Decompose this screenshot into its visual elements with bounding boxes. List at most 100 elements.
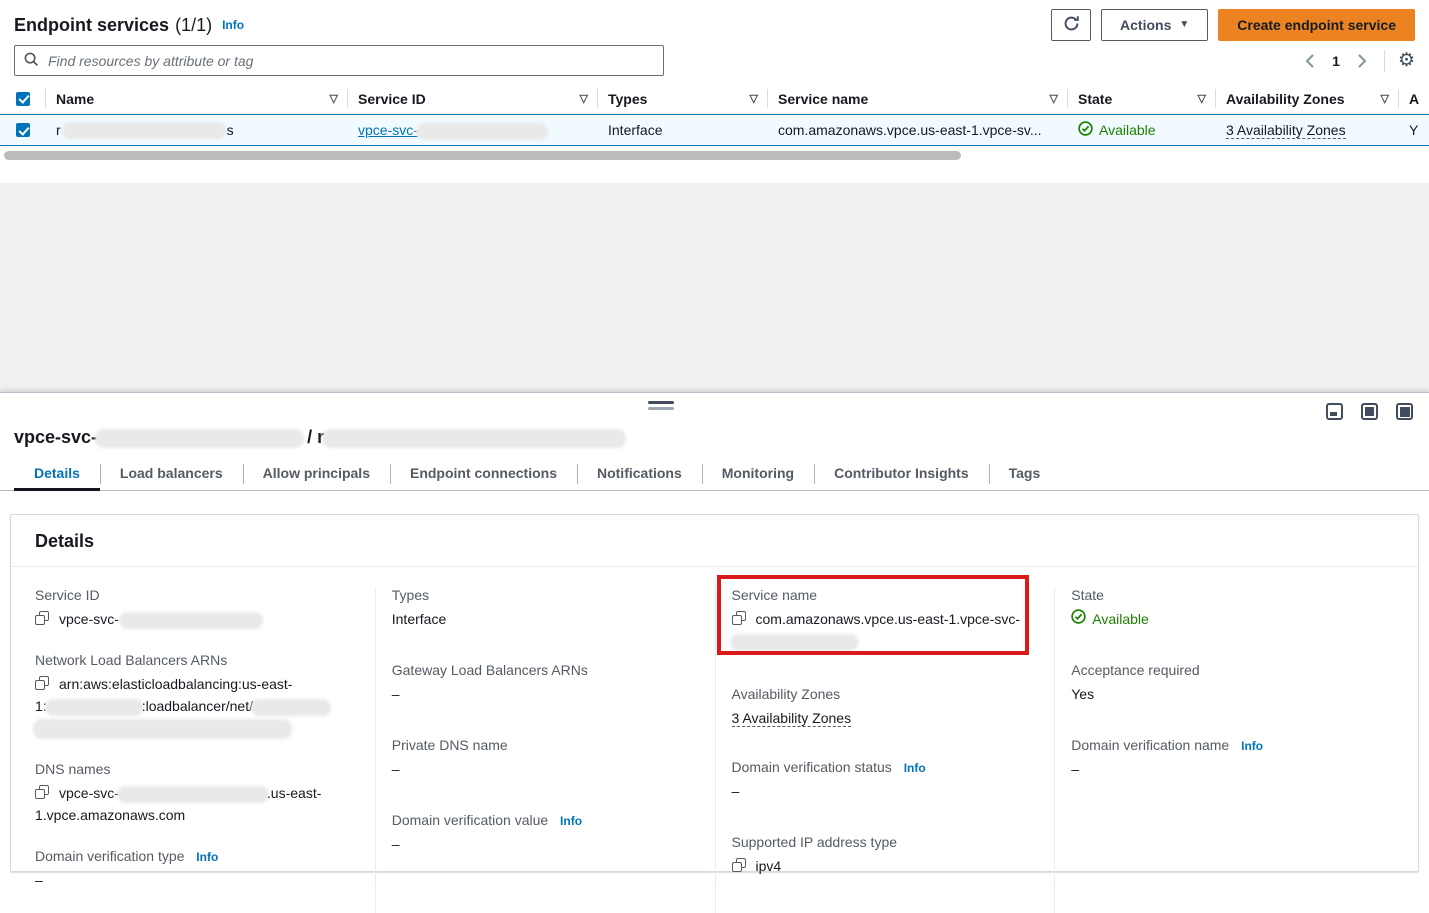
- endpoint-services-section: Endpoint services (1/1) Info Actions ▼ C…: [0, 0, 1429, 183]
- pagination: 1 ⚙: [1301, 50, 1415, 72]
- row-service-name-cell: com.amazonaws.vpce.us-east-1.vpce-sv...: [768, 115, 1068, 145]
- info-link[interactable]: Info: [196, 850, 218, 864]
- tab-allow-principals[interactable]: Allow principals: [243, 457, 390, 490]
- chevron-left-icon[interactable]: [1301, 52, 1319, 70]
- redaction: [253, 701, 329, 714]
- select-all-checkbox[interactable]: [16, 92, 30, 106]
- actions-button[interactable]: Actions ▼: [1101, 9, 1208, 41]
- refresh-button[interactable]: [1051, 9, 1091, 41]
- copy-icon[interactable]: [35, 611, 50, 626]
- field-domain-verification-status: Domain verification status Info –: [732, 759, 1039, 802]
- field-availability-zones: Availability Zones 3 Availability Zones: [732, 686, 1039, 729]
- copy-icon[interactable]: [35, 676, 50, 691]
- chevron-right-icon[interactable]: [1353, 52, 1371, 70]
- tab-notifications[interactable]: Notifications: [577, 457, 702, 490]
- info-link[interactable]: Info: [1241, 739, 1263, 753]
- field-gateway-load-balancers-arns: Gateway Load Balancers ARNs –: [392, 662, 699, 705]
- panel-title: vpce-svc- / r: [14, 427, 624, 448]
- panel-size-small-icon[interactable]: [1326, 403, 1343, 420]
- redaction: [121, 614, 261, 627]
- panel-drag-handle[interactable]: [648, 401, 674, 410]
- panel-size-medium-icon[interactable]: [1361, 403, 1378, 420]
- row-availability-zones-cell: 3 Availability Zones: [1216, 115, 1399, 145]
- info-link[interactable]: Info: [560, 814, 582, 828]
- field-state: State Available: [1071, 587, 1378, 630]
- column-header-availability-zones[interactable]: Availability Zones ▽: [1216, 84, 1399, 113]
- redaction: [97, 431, 302, 446]
- redaction: [64, 124, 224, 137]
- page-number[interactable]: 1: [1332, 53, 1340, 69]
- tab-tags[interactable]: Tags: [989, 457, 1061, 490]
- row-state-cell: Available: [1068, 115, 1216, 145]
- page-title: Endpoint services: [14, 15, 169, 36]
- availability-zones-link[interactable]: 3 Availability Zones: [732, 710, 852, 727]
- redaction: [47, 701, 142, 714]
- refresh-icon: [1063, 15, 1080, 35]
- field-types: Types Interface: [392, 587, 699, 630]
- tab-monitoring[interactable]: Monitoring: [702, 457, 814, 490]
- resource-count: (1/1): [175, 15, 212, 36]
- filter-icon[interactable]: ▽: [324, 92, 338, 105]
- field-service-name: Service name com.amazonaws.vpce.us-east-…: [732, 587, 1039, 652]
- endpoint-services-table: Name ▽ Service ID ▽ Types ▽ Service name…: [0, 84, 1429, 164]
- page-background: [0, 183, 1429, 392]
- field-supported-ip-address-type: Supported IP address type ipv4: [732, 834, 1039, 877]
- panel-tabs: Details Load balancers Allow principals …: [0, 457, 1429, 491]
- redaction: [119, 788, 267, 801]
- check-circle-icon: [1071, 608, 1086, 630]
- filter-icon[interactable]: ▽: [744, 92, 758, 105]
- row-name-cell: r s: [46, 115, 348, 145]
- info-link[interactable]: Info: [904, 761, 926, 775]
- field-service-id: Service ID vpce-svc-: [35, 587, 359, 630]
- field-private-dns-name: Private DNS name –: [392, 737, 699, 780]
- redaction: [732, 636, 857, 649]
- row-service-id-cell: vpce-svc-: [348, 115, 598, 145]
- redaction: [35, 721, 290, 737]
- row-checkbox[interactable]: [16, 123, 30, 137]
- column-header-types[interactable]: Types ▽: [598, 84, 768, 113]
- search-box[interactable]: [14, 45, 664, 76]
- details-column-2: Types Interface Gateway Load Balancers A…: [375, 587, 715, 913]
- header-info-link[interactable]: Info: [222, 18, 244, 32]
- details-column-1: Service ID vpce-svc- Network Load Balanc…: [35, 587, 375, 913]
- column-header-service-id[interactable]: Service ID ▽: [348, 84, 598, 113]
- field-domain-verification-name: Domain verification name Info –: [1071, 737, 1378, 780]
- copy-icon[interactable]: [35, 785, 50, 800]
- availability-zones-link[interactable]: 3 Availability Zones: [1226, 122, 1346, 139]
- check-circle-icon: [1078, 121, 1093, 139]
- tab-load-balancers[interactable]: Load balancers: [100, 457, 243, 490]
- gear-icon[interactable]: ⚙: [1398, 51, 1415, 70]
- table-row[interactable]: r s vpce-svc- Interface com.amazonaws.vp…: [0, 114, 1429, 146]
- field-network-load-balancers-arns: Network Load Balancers ARNs arn:aws:elas…: [35, 652, 359, 739]
- panel-size-large-icon[interactable]: [1396, 403, 1413, 420]
- redaction: [418, 125, 546, 138]
- column-header-service-name[interactable]: Service name ▽: [768, 84, 1068, 113]
- copy-icon[interactable]: [732, 858, 747, 873]
- create-endpoint-service-button[interactable]: Create endpoint service: [1218, 9, 1415, 41]
- row-types-cell: Interface: [598, 115, 768, 145]
- details-column-4: State Available Acceptance required Yes: [1054, 587, 1394, 913]
- service-id-link[interactable]: vpce-svc-: [358, 122, 546, 138]
- column-header-name[interactable]: Name ▽: [46, 84, 348, 113]
- details-column-3: Service name com.amazonaws.vpce.us-east-…: [715, 587, 1055, 913]
- filter-icon[interactable]: ▽: [574, 92, 588, 105]
- tab-contributor-insights[interactable]: Contributor Insights: [814, 457, 989, 490]
- scrollbar-thumb[interactable]: [4, 151, 961, 160]
- field-acceptance-required: Acceptance required Yes: [1071, 662, 1378, 705]
- tab-endpoint-connections[interactable]: Endpoint connections: [390, 457, 577, 490]
- search-input[interactable]: [46, 52, 654, 70]
- details-heading: Details: [11, 515, 1418, 567]
- tab-details[interactable]: Details: [14, 457, 100, 490]
- filter-icon[interactable]: ▽: [1375, 92, 1389, 105]
- column-header-acceptance[interactable]: A: [1399, 84, 1429, 113]
- filter-icon[interactable]: ▽: [1192, 92, 1206, 105]
- chevron-down-icon: ▼: [1179, 20, 1189, 30]
- table-header-row: Name ▽ Service ID ▽ Types ▽ Service name…: [0, 84, 1429, 114]
- copy-icon[interactable]: [732, 611, 747, 626]
- filter-icon[interactable]: ▽: [1044, 92, 1058, 105]
- panel-layout-controls: [1326, 403, 1413, 420]
- search-icon: [24, 52, 39, 70]
- field-dns-names: DNS names vpce-svc-.us-east- 1.vpce.amaz…: [35, 761, 359, 826]
- field-domain-verification-type: Domain verification type Info –: [35, 848, 359, 891]
- column-header-state[interactable]: State ▽: [1068, 84, 1216, 113]
